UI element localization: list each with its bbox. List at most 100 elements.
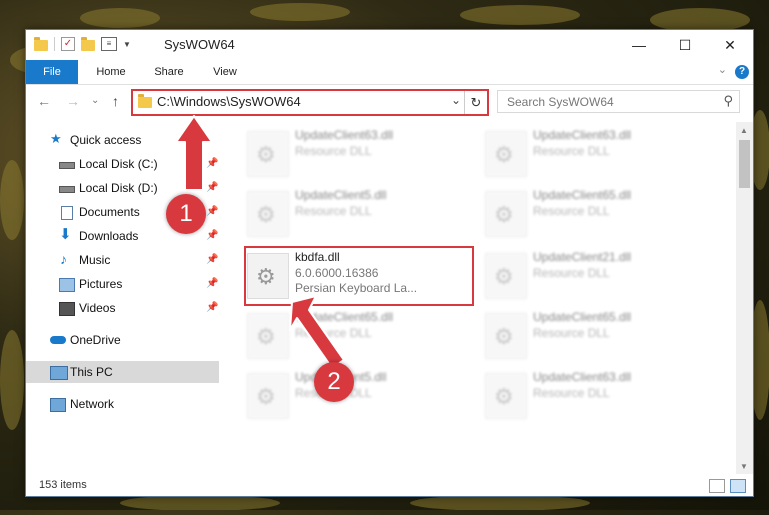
up-arrow-icon[interactable]: ↑ (112, 93, 119, 109)
collapse-ribbon-icon[interactable]: ⌄ (718, 63, 727, 76)
list-item[interactable]: UpdateClient5.dll Resource DLL (245, 367, 465, 425)
close-button[interactable]: ✕ (707, 30, 753, 60)
forward-arrow-icon[interactable]: → (66, 93, 80, 109)
maximize-button[interactable]: ☐ (662, 30, 708, 60)
quick-access-toolbar: ✓ ≡ ▼ (34, 36, 131, 51)
tab-home[interactable]: Home (88, 60, 134, 84)
search-icon[interactable]: ⚲ (723, 93, 733, 109)
address-bar[interactable]: C:\Windows\SysWOW64 ⌄ ↻ (131, 89, 489, 116)
pin-icon[interactable]: 📌 (206, 201, 218, 223)
large-icons-view-icon[interactable] (730, 479, 746, 493)
file-name: UpdateClient63.dll (295, 128, 394, 142)
sidebar-item-label: Videos (79, 301, 116, 315)
documents-icon (61, 206, 73, 220)
pin-icon[interactable]: 📌 (206, 177, 218, 199)
file-description: Resource DLL (295, 204, 372, 218)
folder-icon[interactable] (34, 36, 48, 51)
sidebar-item-label: Music (79, 253, 111, 267)
download-icon: ⬇ (59, 226, 72, 243)
list-item[interactable]: UpdateClient65.dll Resource DLL (483, 307, 703, 365)
sidebar-item-label: Network (70, 397, 115, 411)
file-name: UpdateClient65.dll (295, 310, 394, 324)
minimize-button[interactable]: — (616, 30, 662, 60)
pin-icon[interactable]: 📌 (206, 225, 218, 247)
file-name: UpdateClient65.dll (533, 310, 632, 324)
dll-file-icon (485, 373, 527, 419)
sidebar-item-local-disk-c[interactable]: Local Disk (C:) 📌 (26, 153, 219, 175)
sidebar-item-quick-access[interactable]: ★ Quick access (26, 129, 219, 151)
sidebar-item-pictures[interactable]: Pictures 📌 (26, 273, 219, 295)
navigation-pane: ★ Quick access Local Disk (C:) 📌 Local D… (26, 125, 219, 425)
details-view-icon[interactable] (709, 479, 725, 493)
dll-file-icon (247, 313, 289, 359)
sidebar-item-label: Quick access (70, 133, 142, 147)
sidebar-item-label: Local Disk (D:) (79, 181, 158, 195)
chevron-down-icon[interactable]: ⌄ (451, 93, 461, 107)
window-title: SysWOW64 (164, 37, 235, 52)
list-item[interactable]: UpdateClient21.dll Resource DLL (483, 247, 703, 305)
dll-file-icon (485, 131, 527, 177)
dll-file-icon (247, 373, 289, 419)
folder-icon (138, 94, 152, 108)
step-callout-1: 1 (166, 194, 206, 234)
list-item[interactable]: UpdateClient63.dll Resource DLL (483, 367, 703, 425)
sidebar-item-videos[interactable]: Videos 📌 (26, 297, 219, 319)
cloud-icon (50, 336, 66, 344)
title-bar: ✓ ≡ ▼ SysWOW64 — ☐ ✕ (26, 30, 753, 60)
list-item[interactable]: UpdateClient5.dll Resource DLL (245, 185, 465, 243)
scroll-thumb[interactable] (739, 140, 750, 188)
list-item[interactable]: UpdateClient63.dll Resource DLL (245, 125, 465, 183)
file-name: UpdateClient21.dll (533, 250, 632, 264)
sidebar-item-network[interactable]: Network (26, 393, 219, 415)
file-description: Resource DLL (533, 204, 610, 218)
sidebar-item-label: Downloads (79, 229, 139, 243)
sidebar-item-onedrive[interactable]: OneDrive (26, 329, 219, 351)
file-name: UpdateClient63.dll (533, 128, 632, 142)
list-item[interactable]: UpdateClient65.dll Resource DLL (245, 307, 465, 365)
vertical-scrollbar[interactable]: ▲ ▼ (736, 122, 753, 474)
address-row: ← → ⌄ ↑ C:\Windows\SysWOW64 ⌄ ↻ Search S… (26, 85, 753, 119)
file-name: UpdateClient63.dll (533, 370, 632, 384)
back-arrow-icon[interactable]: ← (37, 93, 51, 109)
scroll-down-icon[interactable]: ▼ (740, 462, 748, 471)
dll-file-icon (485, 191, 527, 237)
pin-icon[interactable]: 📌 (206, 273, 218, 295)
dll-file-icon (485, 313, 527, 359)
file-description: Resource DLL (533, 144, 610, 158)
pin-icon[interactable]: 📌 (206, 249, 218, 271)
file-description: Resource DLL (533, 266, 610, 280)
step-callout-2: 2 (314, 362, 354, 402)
properties-check-icon[interactable]: ✓ (61, 37, 75, 51)
recent-locations-icon[interactable]: ⌄ (91, 95, 99, 106)
tab-file[interactable]: File (26, 60, 78, 84)
pin-icon[interactable]: 📌 (206, 153, 218, 175)
tab-view[interactable]: View (202, 60, 248, 84)
customize-icon[interactable]: ≡ (101, 37, 117, 51)
refresh-icon[interactable]: ↻ (464, 91, 487, 114)
scroll-up-icon[interactable]: ▲ (740, 126, 748, 135)
tab-share[interactable]: Share (146, 60, 192, 84)
dll-file-icon (485, 253, 527, 299)
sidebar-item-music[interactable]: ♪ Music 📌 (26, 249, 219, 271)
list-item[interactable]: UpdateClient63.dll Resource DLL (483, 125, 703, 183)
file-explorer-window: ✓ ≡ ▼ SysWOW64 — ☐ ✕ File Home Share Vie… (25, 29, 754, 497)
file-description: Resource DLL (533, 386, 610, 400)
music-icon: ♪ (60, 251, 67, 267)
address-path[interactable]: C:\Windows\SysWOW64 (157, 94, 301, 109)
status-bar: 153 items (26, 474, 753, 496)
file-description: Resource DLL (533, 326, 610, 340)
sidebar-item-this-pc[interactable]: This PC (26, 361, 219, 383)
help-icon[interactable]: ? (735, 65, 749, 79)
ribbon-tabs: File Home Share View ⌄ ? (26, 60, 753, 85)
pin-icon[interactable]: 📌 (206, 297, 218, 319)
new-folder-icon[interactable] (81, 36, 95, 51)
dll-file-icon (247, 191, 289, 237)
search-input[interactable]: Search SysWOW64 ⚲ (497, 90, 740, 113)
item-count: 153 items (39, 479, 87, 491)
pictures-icon (59, 278, 75, 292)
search-placeholder: Search SysWOW64 (507, 95, 614, 109)
sidebar-item-label: Documents (79, 205, 140, 219)
list-item[interactable]: UpdateClient65.dll Resource DLL (483, 185, 703, 243)
computer-icon (50, 366, 68, 380)
chevron-down-icon[interactable]: ▼ (123, 40, 131, 49)
